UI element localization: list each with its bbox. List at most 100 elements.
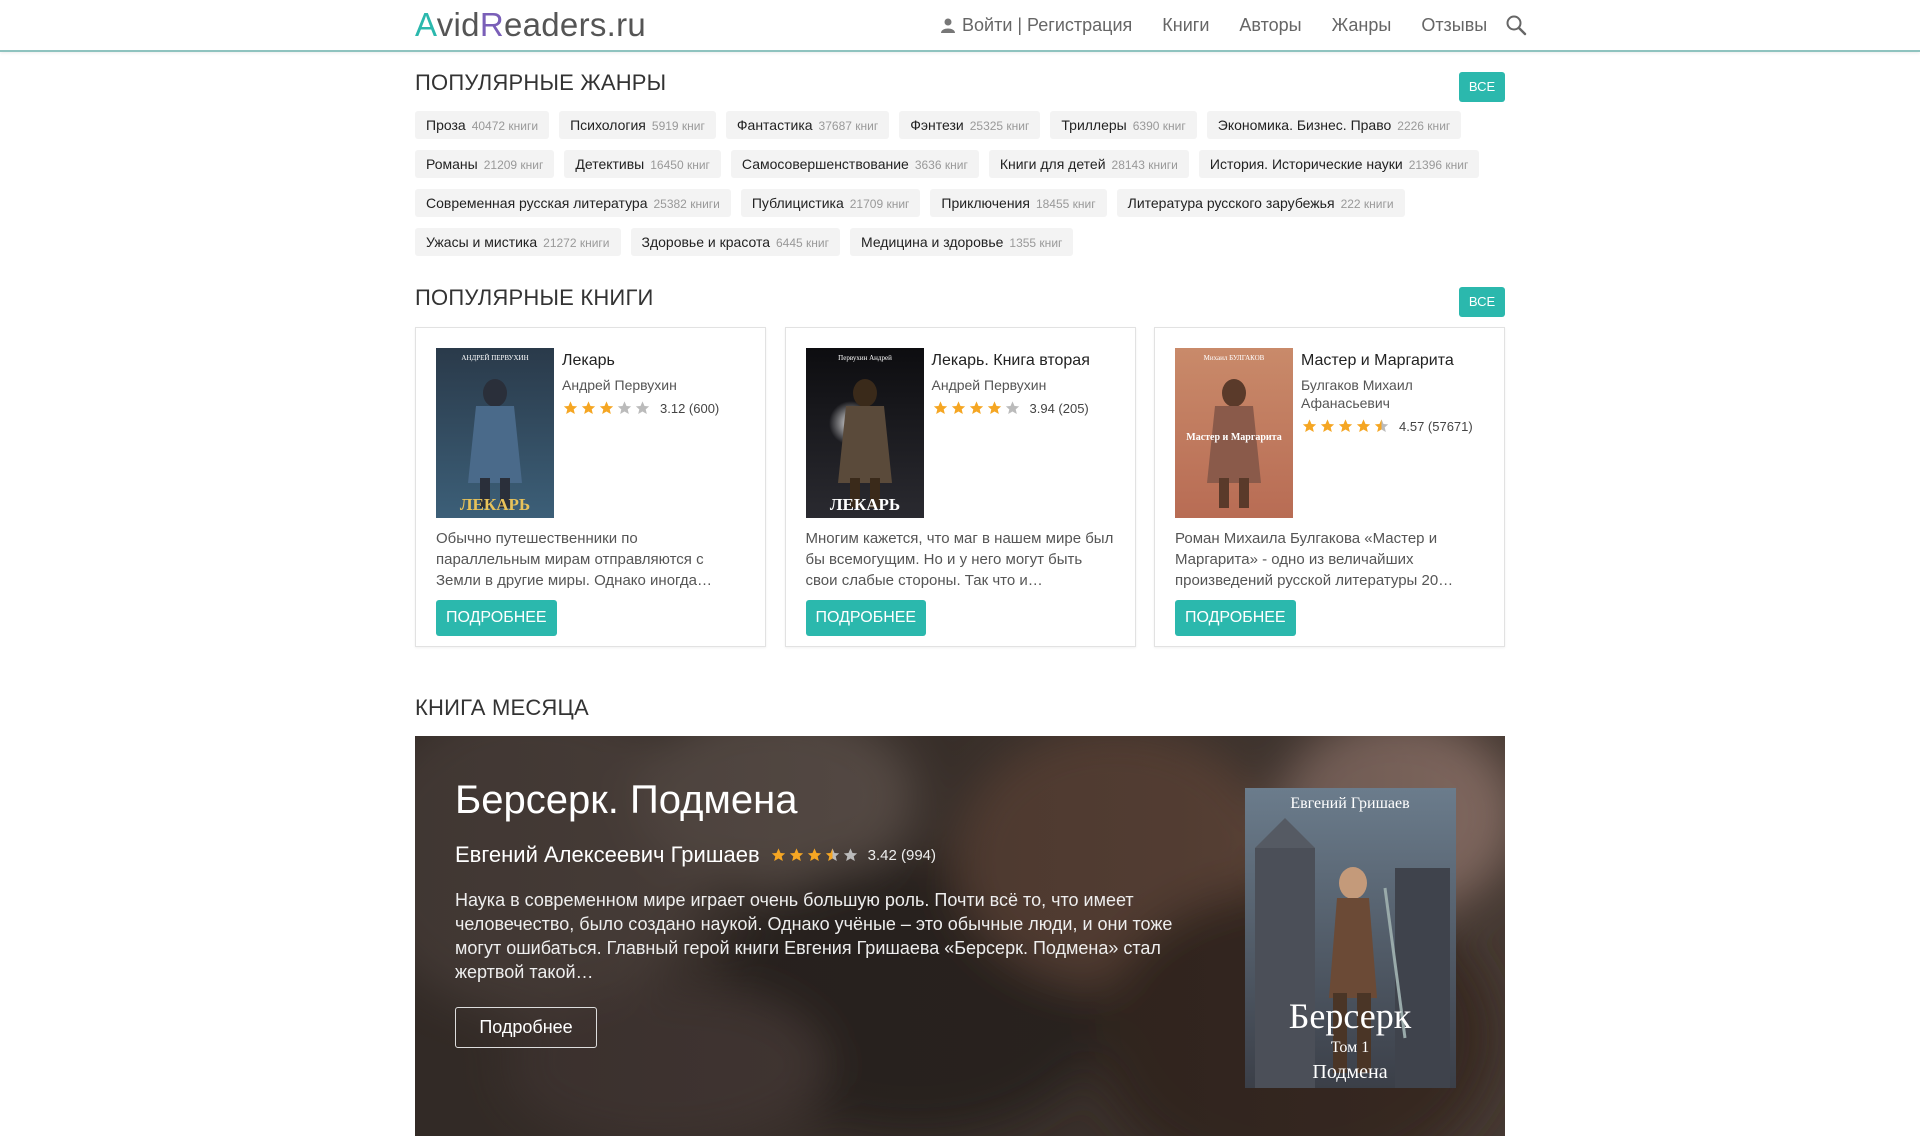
genre-count: 6390 книг — [1132, 119, 1186, 133]
star-icon — [617, 401, 632, 414]
star-icon — [969, 401, 983, 414]
genre-tag[interactable]: Фэнтези 25325 книг — [899, 111, 1041, 139]
book-cover[interactable]: Первухин Андрей ЛЕКАРЬ — [805, 348, 924, 518]
svg-text:Михаил БУЛГАКОВ: Михаил БУЛГАКОВ — [1204, 354, 1265, 362]
books-all-button[interactable]: Все — [1459, 287, 1505, 317]
book-info: Лекарь. Книга вторая Андрей Первухин 3.9… — [932, 352, 1125, 416]
book-description: Обычно путешественники по параллельным м… — [436, 530, 712, 589]
genre-name: Медицина и здоровье — [861, 234, 1004, 250]
svg-text:Евгений Гришаев: Евгений Гришаев — [1290, 795, 1410, 812]
star-icon — [951, 401, 965, 414]
svg-text:ЛЕКАРЬ: ЛЕКАРЬ — [460, 495, 530, 514]
book-author[interactable]: Андрей Первухин — [562, 376, 755, 394]
genre-tag[interactable]: Фантастика 37687 книг — [725, 111, 890, 139]
genre-count: 222 книги — [1340, 197, 1394, 211]
genre-tag[interactable]: Романы 21209 книг — [415, 150, 555, 178]
book-info: Мастер и Маргарита Булгаков Михаил Афана… — [1301, 352, 1494, 434]
star-icon — [581, 401, 596, 414]
book-info: Лекарь Андрей Первухин 3.12 (600) — [562, 352, 755, 416]
svg-text:Первухин Андрей: Первухин Андрей — [838, 354, 892, 362]
genre-tag[interactable]: Триллеры 6390 книг — [1050, 111, 1197, 139]
genre-count: 25382 книги — [653, 197, 720, 211]
nav-genres[interactable]: Жанры — [1332, 15, 1392, 36]
book-title[interactable]: Лекарь. Книга вторая — [932, 352, 1125, 370]
site-logo[interactable]: AvidReaders.ru — [415, 6, 646, 44]
nav-books[interactable]: Книги — [1162, 15, 1209, 36]
month-book-title[interactable]: Берсерк. Подмена — [455, 778, 798, 823]
genre-tag[interactable]: Экономика. Бизнес. Право 2226 книг — [1206, 111, 1462, 139]
svg-text:АНДРЕЙ ПЕРВУХИН: АНДРЕЙ ПЕРВУХИН — [461, 354, 528, 362]
genre-name: Романы — [426, 156, 478, 172]
genre-tag[interactable]: Психология 5919 книг — [559, 111, 716, 139]
genre-name: Фэнтези — [910, 117, 964, 133]
genre-name: Приключения — [941, 195, 1030, 211]
star-icon — [825, 848, 839, 861]
book-title[interactable]: Лекарь — [562, 352, 755, 370]
star-icon — [1374, 419, 1389, 432]
genre-count: 5919 книг — [651, 119, 705, 133]
genre-tag[interactable]: Здоровье и красота 6445 книг — [630, 228, 840, 256]
star-icon — [1302, 419, 1317, 432]
rating-text: 3.94 (205) — [1029, 400, 1089, 416]
genre-tag[interactable]: Публицистика 21709 книг — [740, 189, 921, 217]
genre-tag[interactable]: История. Исторические науки 21396 книг — [1198, 150, 1480, 178]
book-cover[interactable]: Михаил БУЛГАКОВ Мастер и Маргарита — [1175, 348, 1293, 518]
logo-letter-r: R — [479, 6, 504, 43]
book-title[interactable]: Мастер и Маргарита — [1301, 352, 1494, 370]
genre-count: 16450 книг — [650, 158, 710, 172]
month-more-button[interactable]: Подробнее — [455, 1007, 597, 1048]
genre-name: Публицистика — [751, 195, 844, 211]
genre-tag[interactable]: Проза 40472 книги — [415, 111, 550, 139]
genre-name: Триллеры — [1061, 117, 1127, 133]
genre-name: Книги для детей — [999, 156, 1106, 172]
book-cover[interactable]: АНДРЕЙ ПЕРВУХИН ЛЕКАРЬ — [436, 348, 554, 518]
genre-name: Детективы — [575, 156, 645, 172]
genres-all-button[interactable]: Все — [1459, 72, 1505, 102]
star-icon — [1005, 401, 1019, 414]
genre-count: 40472 книги — [471, 119, 539, 133]
star-icon — [599, 401, 614, 414]
book-author[interactable]: Андрей Первухин — [932, 376, 1125, 394]
book-author[interactable]: Булгаков Михаил Афанасьевич — [1301, 376, 1494, 412]
genre-tag[interactable]: Детективы 16450 книг — [564, 150, 721, 178]
genre-tag[interactable]: Ужасы и мистика 21272 книги — [415, 228, 621, 256]
genre-tag[interactable]: Современная русская литература 25382 книг… — [415, 189, 731, 217]
rating-text: 4.57 (57671) — [1399, 418, 1473, 434]
genre-name: Литература русского зарубежья — [1127, 195, 1335, 211]
nav-reviews[interactable]: Отзывы — [1421, 15, 1487, 36]
genre-count: 21272 книги — [543, 236, 610, 250]
genre-name: Психология — [570, 117, 646, 133]
genre-name: Фантастика — [736, 117, 813, 133]
more-button[interactable]: Подробнее — [436, 600, 557, 636]
search-icon[interactable] — [1505, 14, 1527, 36]
login-label: Войти | Регистрация — [962, 14, 1133, 35]
logo-letter-a: A — [415, 6, 437, 43]
genre-count: 2226 книг — [1397, 119, 1451, 133]
month-book-author[interactable]: Евгений Алексеевич Гришаев — [455, 842, 760, 868]
more-button[interactable]: Подробнее — [805, 600, 927, 636]
genre-tag[interactable]: Медицина и здоровье 1355 книг — [850, 228, 1074, 256]
genre-tag[interactable]: Приключения 18455 книг — [930, 189, 1107, 217]
genre-tag[interactable]: Книги для детей 28143 книги — [988, 150, 1189, 178]
book-rating: 4.57 (57671) — [1301, 418, 1494, 434]
star-icon — [843, 848, 857, 861]
genre-tag[interactable]: Самосовершенствование 3636 книг — [730, 150, 979, 178]
star-icon — [1338, 419, 1353, 432]
genre-name: Современная русская литература — [426, 195, 648, 211]
book-cards: АНДРЕЙ ПЕРВУХИН ЛЕКАРЬ Лекарь Андрей Пер… — [415, 327, 1505, 647]
svg-text:ЛЕКАРЬ: ЛЕКАРЬ — [829, 495, 899, 514]
genre-count: 21209 книг — [483, 158, 544, 172]
more-button[interactable]: Подробнее — [1175, 600, 1296, 636]
month-book-cover[interactable]: Евгений Гришаев Берсерк Том 1 Подмена — [1245, 788, 1456, 1088]
star-icon — [563, 401, 578, 414]
genres-title: Популярные жанры — [415, 70, 667, 95]
book-rating: 3.94 (205) — [932, 400, 1125, 416]
genre-count: 28143 книги — [1111, 158, 1178, 172]
star-icon — [807, 848, 821, 861]
main-nav: Войти | Регистрация Книги Авторы Жанры О… — [940, 14, 1527, 36]
nav-authors[interactable]: Авторы — [1239, 15, 1301, 36]
star-icon — [987, 401, 1001, 414]
genre-tag[interactable]: Литература русского зарубежья 222 книги — [1116, 189, 1405, 217]
login-link[interactable]: Войти | Регистрация — [940, 15, 1132, 36]
logo-part-rest: eaders.ru — [503, 6, 647, 43]
